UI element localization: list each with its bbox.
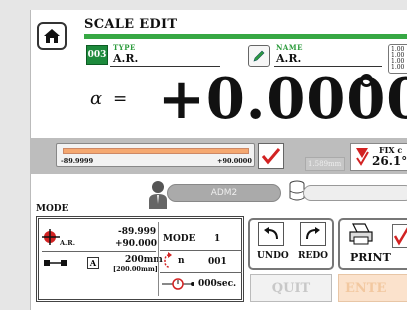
quit-button[interactable]: QUIT [250,274,332,302]
redo-label: REDO [298,251,328,261]
enter-button[interactable]: ENTE [338,274,407,302]
range-slider[interactable]: -89.9999 +90.0000 [56,143,255,167]
mode-value: 1 [214,234,221,244]
equals-sign: = [113,89,128,109]
checkmark-icon [393,227,407,246]
pencil-icon [253,50,265,62]
title-divider [84,34,407,39]
angle-min: +90.000 [115,239,157,249]
redo-button[interactable] [300,222,326,246]
storage-bar [303,185,407,201]
timer-value: 000sec. [198,279,237,289]
user-name-field[interactable]: ADM2 [167,184,281,202]
undo-label: UNDO [257,251,289,261]
length-sub: [200.00mm] [113,265,158,273]
angle-max: -89.999 [118,227,157,237]
type-value: A.R. [113,52,139,65]
range-check-button[interactable] [258,143,284,169]
fix-value: 26.1° [372,154,407,168]
mode-row-divider [42,251,156,252]
mode-row-divider [160,272,242,273]
dimension-field: 1.589mm [305,157,345,171]
print-check-button[interactable] [392,224,407,248]
angle-symbol: α [90,88,103,109]
home-icon [44,29,60,43]
mode-section-title: MODE [36,204,69,214]
edit-name-button[interactable] [248,45,270,67]
degree-unit: ° [356,66,377,115]
user-icon [149,181,167,209]
mode-label: MODE [163,234,196,244]
gauge-icon [44,260,67,266]
fix-check-icon [356,148,369,166]
timer-icon [162,278,194,290]
mode-row-divider [160,250,242,251]
angle-label: A.R. [60,239,75,247]
undo-button[interactable] [258,222,284,246]
type-caption: TYPE [113,43,136,52]
angle-target-icon [42,229,60,245]
a-mode-box[interactable]: A [87,257,99,269]
count-label: n [178,256,185,266]
checkmark-icon [261,148,281,165]
redo-arrow-icon [306,227,320,240]
print-label: PRINT [350,251,391,264]
printer-icon [349,223,373,245]
type-number-button[interactable]: 003 [86,45,108,65]
name-value: A.R. [276,52,302,65]
mode-column-divider [158,222,159,296]
home-button[interactable] [37,22,67,50]
range-min: -89.9999 [61,157,94,165]
range-max: +90.0000 [217,157,252,165]
page-title: SCALE EDIT [84,17,178,32]
count-value: 001 [208,257,227,267]
slider-fill [63,148,249,154]
undo-arrow-icon [264,227,278,240]
name-caption: NAME [276,43,303,52]
